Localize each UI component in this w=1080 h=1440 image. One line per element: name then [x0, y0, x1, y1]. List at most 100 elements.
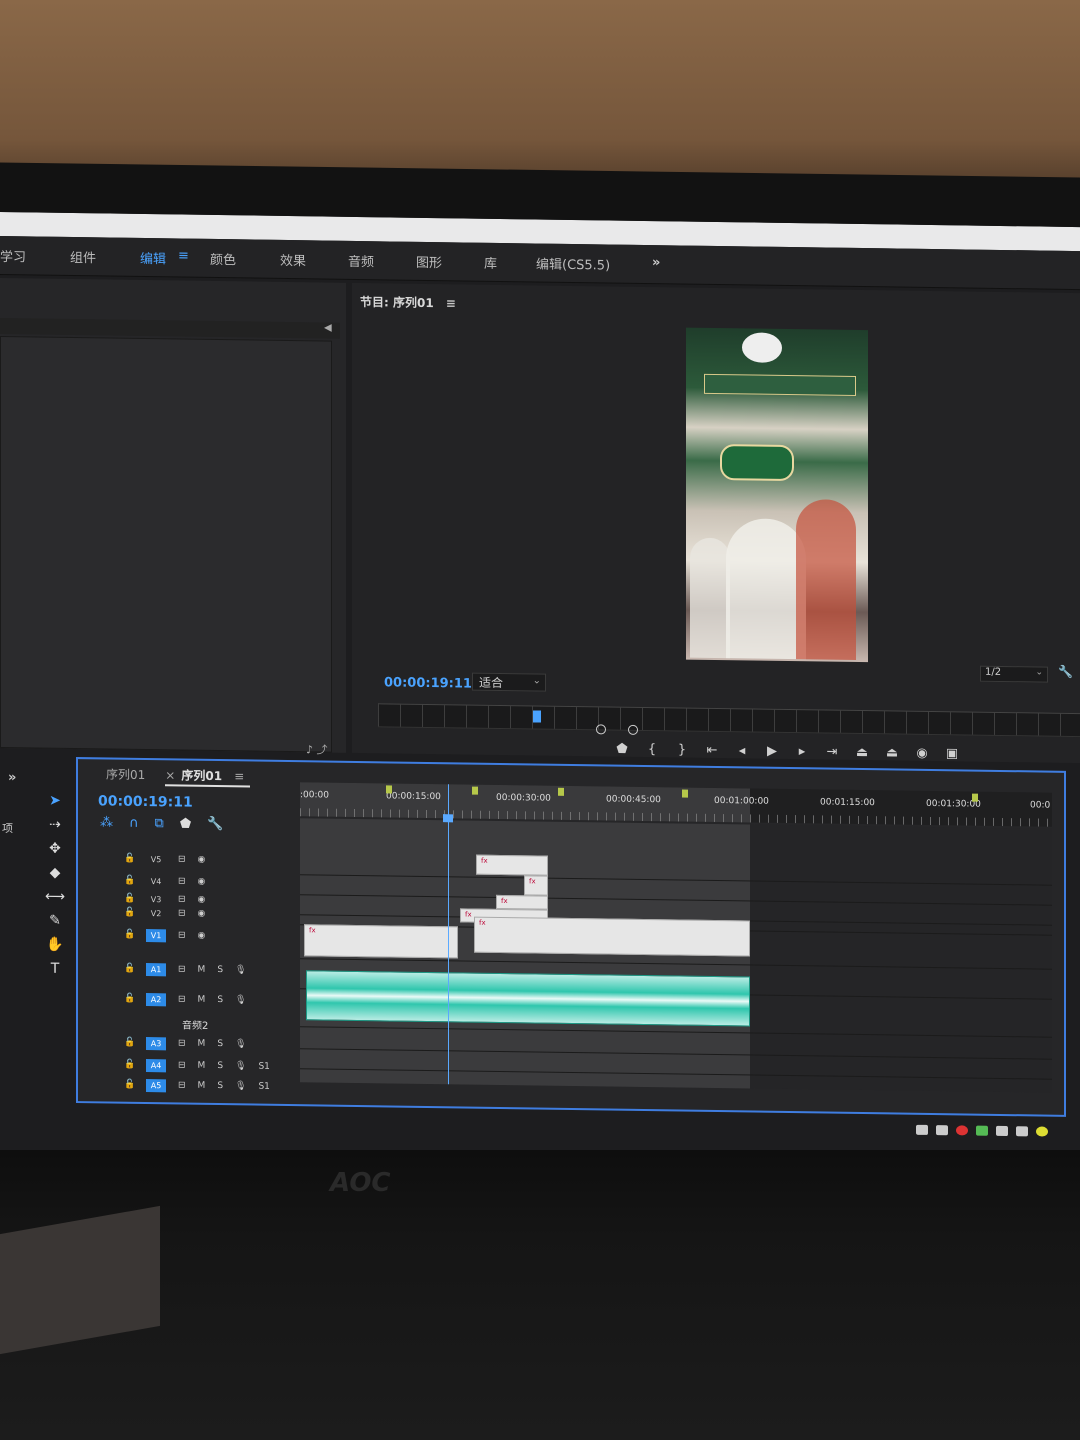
mute-button[interactable]: M — [198, 1039, 206, 1049]
nest-icon[interactable]: ⁂ — [100, 815, 113, 830]
lock-icon[interactable]: 🔓 — [124, 908, 135, 918]
program-monitor-menu-icon[interactable]: ≡ — [446, 296, 456, 310]
mute-button[interactable]: M — [198, 965, 206, 975]
eye-icon[interactable]: ◉ — [198, 909, 206, 919]
button-editor-icon[interactable]: ▣ — [944, 746, 960, 761]
eye-icon[interactable]: ◉ — [198, 895, 206, 905]
export-frame-camera-icon[interactable]: ◉ — [914, 745, 930, 760]
sync-lock-icon[interactable]: ⊟ — [178, 1060, 186, 1070]
sync-lock-icon[interactable]: ⊟ — [178, 994, 186, 1004]
tab-sequence-01-active[interactable]: × 序列01 ≡ — [165, 766, 251, 788]
workspace-tab-graphics[interactable]: 图形 — [416, 252, 442, 271]
sync-lock-icon[interactable]: ⊟ — [178, 876, 186, 886]
track-name[interactable]: V3 — [146, 895, 166, 904]
go-to-in-icon[interactable]: ⇤ — [704, 742, 720, 757]
track-select-tool-icon[interactable]: ⇢ — [38, 817, 72, 841]
notification-icon[interactable] — [1036, 1126, 1048, 1137]
app-tray-icon[interactable] — [976, 1125, 988, 1136]
volume-icon[interactable] — [1016, 1126, 1028, 1137]
track-name[interactable]: V2 — [146, 909, 166, 918]
video-clip-v3[interactable]: fx — [496, 894, 548, 910]
zoom-fit-select[interactable]: 适合 ⌄ — [472, 672, 546, 692]
microphone-icon[interactable]: 🎙 — [235, 995, 246, 1005]
timeline-timecode[interactable]: 00:00:19:11 — [98, 793, 193, 810]
extract-icon[interactable]: ⏏ — [884, 745, 900, 760]
video-clip-v4[interactable]: fx — [524, 875, 548, 896]
eye-icon[interactable]: ◉ — [198, 931, 206, 941]
timeline-playhead[interactable] — [443, 814, 453, 823]
workspace-tab-audio[interactable]: 音频 — [348, 251, 374, 270]
lift-icon[interactable]: ⏏ — [854, 744, 870, 759]
track-area[interactable]: fx fx fx fx fx fx — [300, 818, 1052, 1093]
sync-lock-icon[interactable]: ⊟ — [178, 908, 186, 918]
solo-button[interactable]: S — [217, 1061, 223, 1071]
microphone-icon[interactable]: 🎙 — [235, 1061, 246, 1071]
audio-and-export-icons[interactable]: ♪ ⤴ — [306, 741, 328, 757]
solo-button[interactable]: S — [217, 965, 223, 975]
track-name[interactable]: A5 — [146, 1078, 166, 1092]
go-to-out-icon[interactable]: ⇥ — [824, 744, 840, 759]
program-scrub-bar[interactable] — [378, 703, 1080, 738]
workspace-overflow-icon[interactable]: » — [652, 255, 660, 270]
close-icon[interactable]: × — [165, 768, 175, 782]
timeline-marker[interactable] — [472, 786, 478, 795]
lock-icon[interactable]: 🔓 — [124, 894, 135, 904]
workspace-menu-icon[interactable]: ≡ — [178, 248, 189, 263]
track-name[interactable]: A4 — [146, 1058, 166, 1072]
sync-lock-icon[interactable]: ⊟ — [178, 930, 186, 940]
add-marker-icon[interactable]: ⬟ — [614, 741, 630, 756]
microphone-icon[interactable]: 🎙 — [235, 1081, 246, 1091]
app-tray-icon[interactable] — [956, 1125, 968, 1136]
sync-lock-icon[interactable]: ⊟ — [178, 964, 186, 974]
ripple-edit-tool-icon[interactable]: ✥ — [38, 841, 72, 865]
mute-button[interactable]: M — [198, 1081, 206, 1091]
eye-icon[interactable]: ◉ — [198, 877, 206, 887]
sync-lock-icon[interactable]: ⊟ — [178, 1080, 186, 1090]
settings-wrench-icon[interactable]: 🔧 — [1058, 665, 1073, 679]
playback-resolution-select[interactable]: 1/2 ⌄ — [980, 665, 1048, 683]
lock-icon[interactable]: 🔓 — [124, 930, 135, 940]
program-timecode[interactable]: 00:00:19:11 — [384, 675, 472, 691]
workspace-tab-color[interactable]: 颜色 — [210, 249, 236, 268]
out-point-handle[interactable] — [628, 724, 638, 735]
mark-in-icon[interactable]: { — [644, 741, 660, 757]
track-name[interactable]: V1 — [146, 928, 166, 942]
track-name[interactable]: V5 — [146, 855, 166, 864]
lock-icon[interactable]: 🔓 — [124, 1060, 135, 1070]
mark-out-icon[interactable]: } — [674, 742, 690, 757]
video-clip-v5[interactable]: fx — [476, 854, 548, 876]
hand-tool-icon[interactable]: ✋ — [38, 937, 72, 961]
project-panel-label[interactable]: 项 — [2, 820, 13, 836]
timeline-marker[interactable] — [386, 785, 392, 794]
step-forward-icon[interactable]: ▸ — [794, 744, 810, 759]
solo-button[interactable]: S — [217, 995, 223, 1005]
workspace-tab-libraries[interactable]: 库 — [484, 253, 497, 272]
slip-tool-icon[interactable]: ⟷ — [38, 889, 72, 913]
workspace-tab-assembly[interactable]: 组件 — [70, 247, 96, 266]
in-point-handle[interactable] — [596, 724, 606, 735]
microphone-icon[interactable]: 🎙 — [235, 965, 246, 975]
eye-icon[interactable]: ◉ — [198, 855, 206, 865]
lock-icon[interactable]: 🔓 — [124, 994, 135, 1004]
add-marker-icon[interactable]: ⬟ — [180, 817, 191, 832]
mute-button[interactable]: M — [198, 995, 206, 1005]
panel-overflow-icon[interactable]: » — [8, 770, 16, 785]
lock-icon[interactable]: 🔓 — [124, 964, 135, 974]
track-name[interactable]: V4 — [146, 877, 166, 886]
type-tool-icon[interactable]: T — [38, 961, 72, 985]
snap-magnet-icon[interactable]: ∩ — [129, 816, 139, 831]
video-clip-v1-a[interactable]: fx — [304, 924, 458, 959]
timeline-marker[interactable] — [972, 793, 978, 802]
track-name[interactable]: A3 — [146, 1036, 166, 1050]
solo-button[interactable]: S — [217, 1039, 223, 1049]
workspace-tab-editing[interactable]: 编辑 — [140, 248, 166, 267]
sync-lock-icon[interactable]: ⊟ — [178, 1038, 186, 1048]
workspace-tab-editing-cs55[interactable]: 编辑(CS5.5) — [536, 253, 610, 273]
microphone-icon[interactable]: 🎙 — [235, 1039, 246, 1049]
tab-menu-icon[interactable]: ≡ — [234, 769, 244, 783]
timeline-marker[interactable] — [682, 789, 688, 798]
lock-icon[interactable]: 🔓 — [124, 876, 135, 886]
sync-lock-icon[interactable]: ⊟ — [178, 894, 186, 904]
pen-tool-icon[interactable]: ✎ — [38, 913, 72, 937]
battery-icon[interactable] — [936, 1125, 948, 1136]
